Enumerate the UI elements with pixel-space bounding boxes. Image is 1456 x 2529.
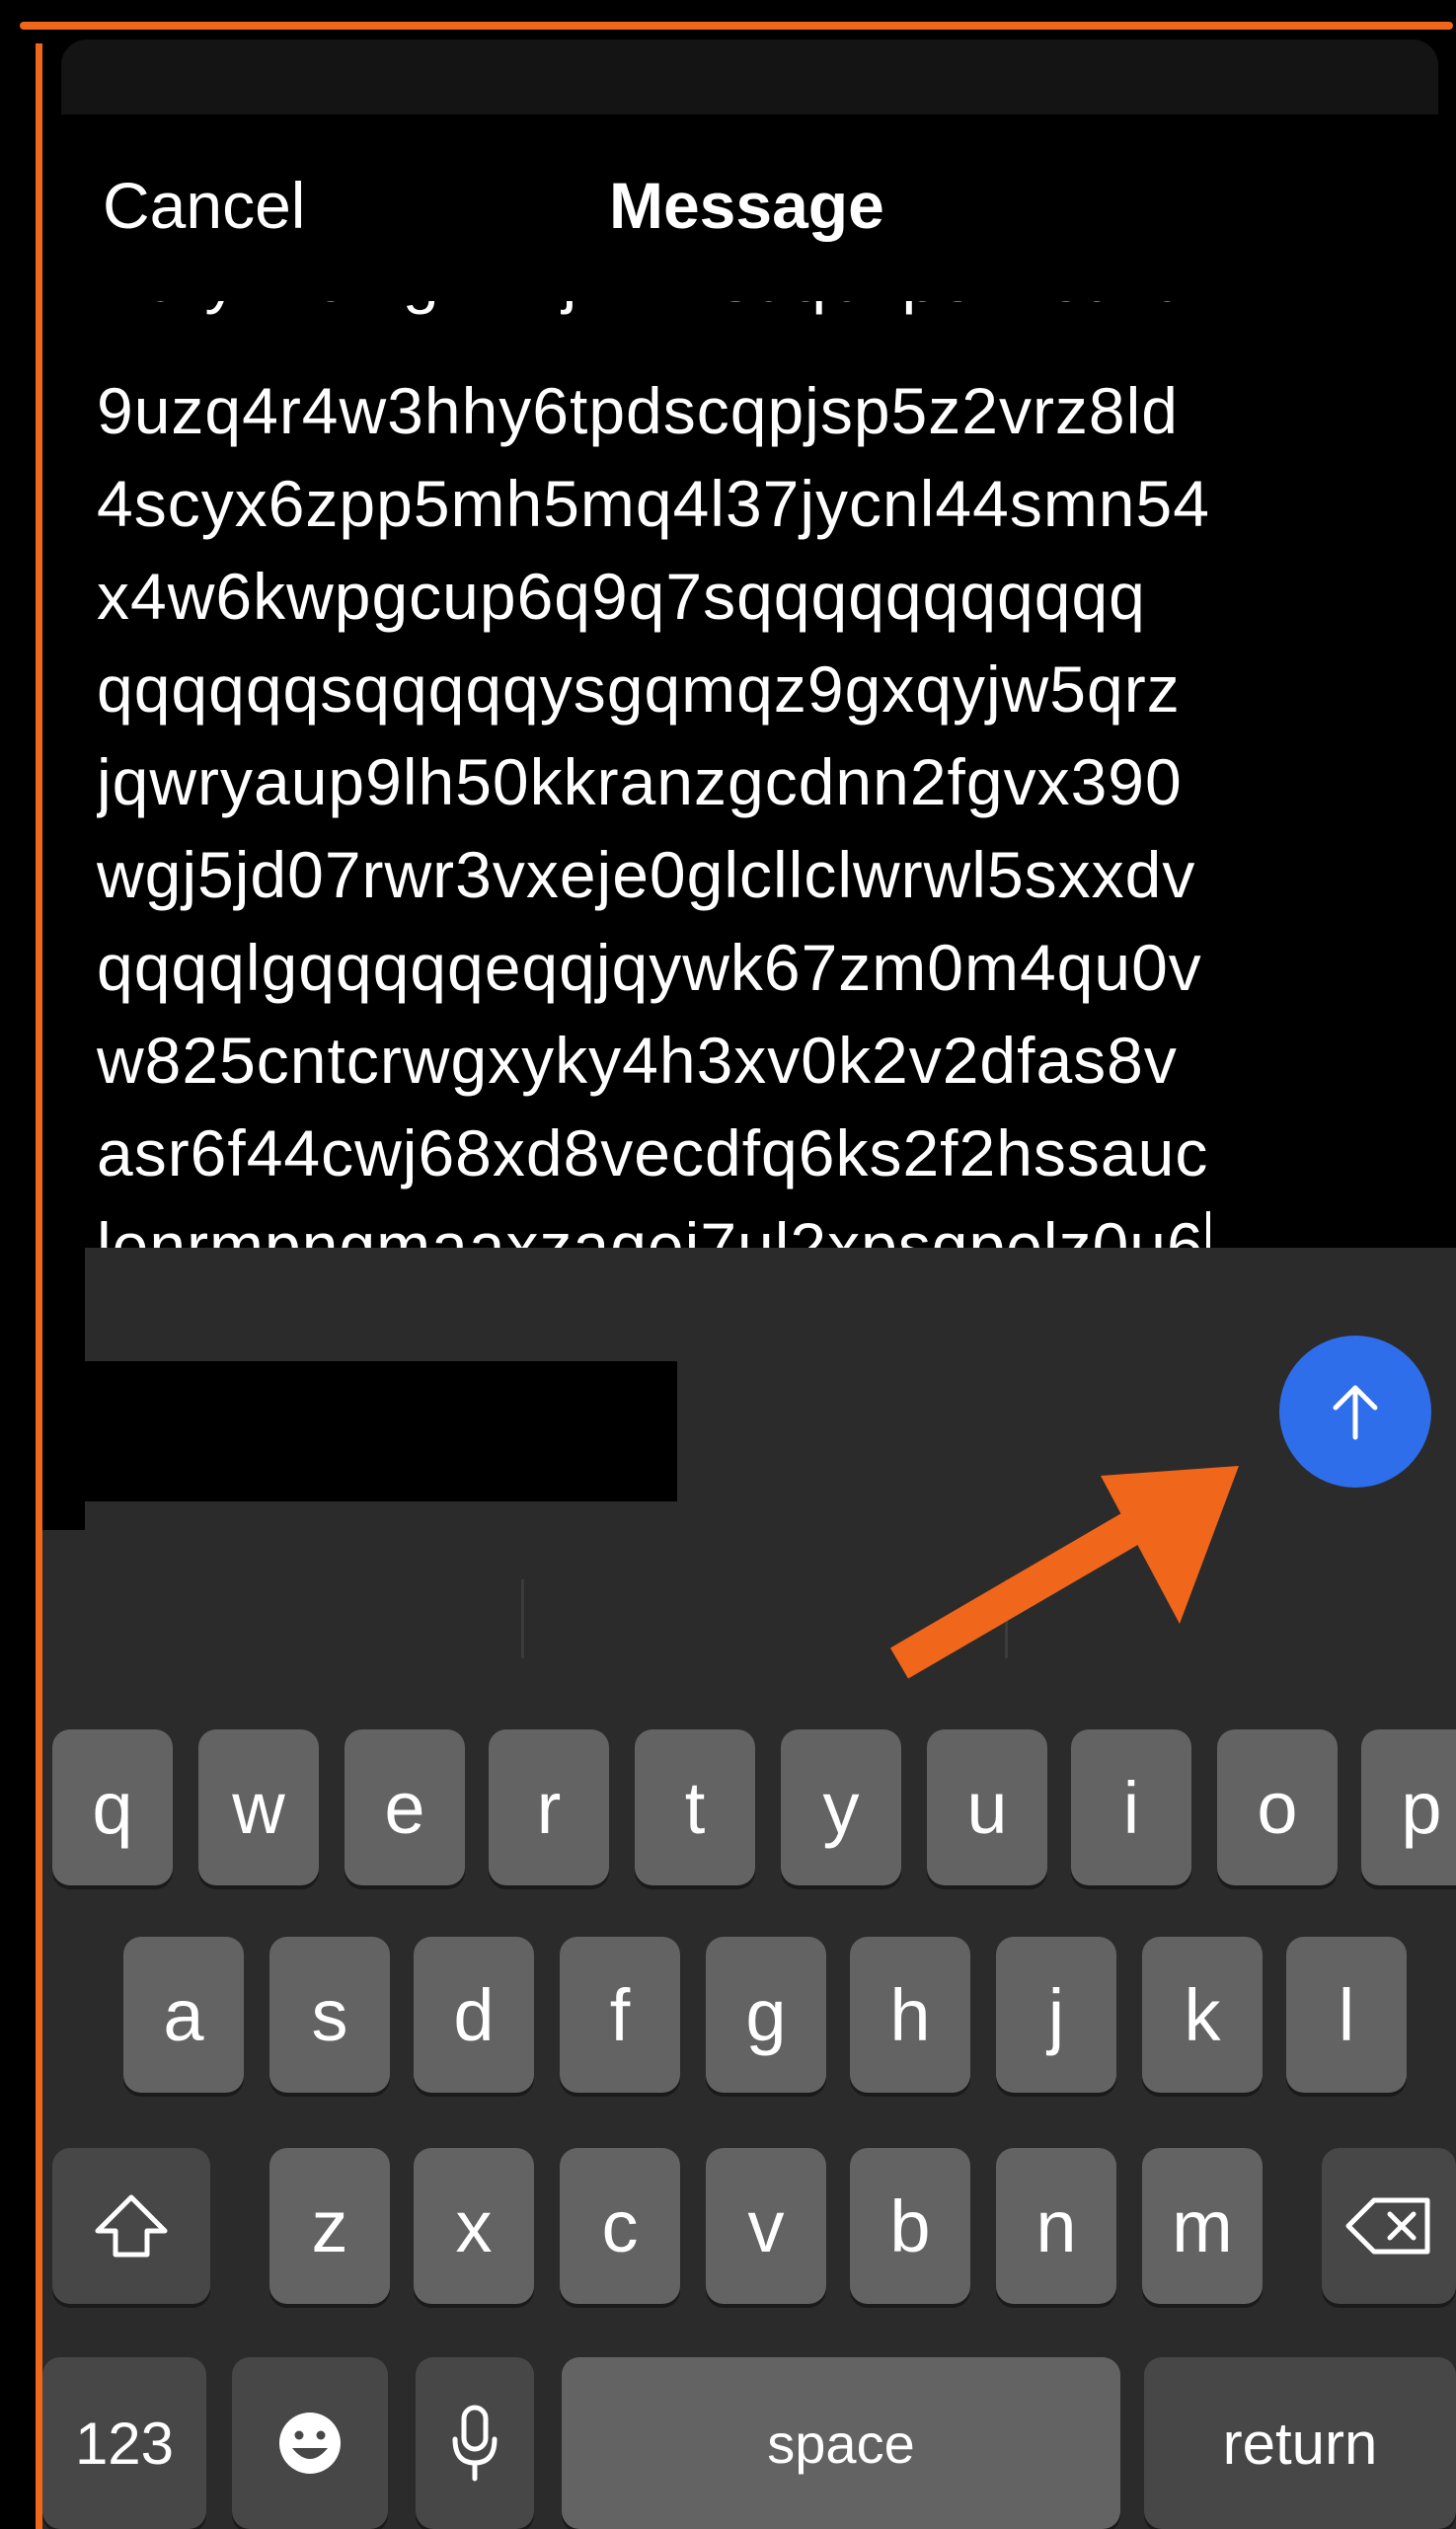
key-o[interactable]: o [1217, 1729, 1338, 1885]
redacted-region [85, 1361, 677, 1501]
emoji-key[interactable] [232, 2357, 388, 2529]
key-i[interactable]: i [1071, 1729, 1191, 1885]
key-n[interactable]: n [996, 2148, 1116, 2304]
key-j[interactable]: j [996, 1937, 1116, 2093]
key-m[interactable]: m [1142, 2148, 1263, 2304]
suggestion-divider [521, 1579, 524, 1658]
key-f[interactable]: f [560, 1937, 680, 2093]
numbers-key[interactable]: 123 [42, 2357, 206, 2529]
message-text: 9uzq4r4w3hhy6tpdscqpjsp5z2vrz8ld 4scyx6z… [97, 374, 1210, 1249]
key-q[interactable]: q [52, 1729, 173, 1885]
cancel-button[interactable]: Cancel [103, 168, 305, 243]
key-x[interactable]: x [414, 2148, 534, 2304]
page-title: Message [609, 169, 884, 242]
key-l[interactable]: l [1286, 1937, 1407, 2093]
key-c[interactable]: c [560, 2148, 680, 2304]
orange-arrow [889, 1466, 1239, 1679]
key-v[interactable]: v [706, 2148, 826, 2304]
return-key[interactable]: return [1144, 2357, 1456, 2529]
send-button[interactable] [1279, 1336, 1431, 1488]
key-r[interactable]: r [489, 1729, 609, 1885]
key-y[interactable]: y [781, 1729, 901, 1885]
orange-frame-top [20, 22, 1453, 30]
key-z[interactable]: z [269, 2148, 390, 2304]
shift-key[interactable] [52, 2148, 210, 2304]
key-g[interactable]: g [706, 1937, 826, 2093]
microphone-key[interactable] [416, 2357, 534, 2529]
message-body: 9uzq4r4w3hhy6tpdscqpjsp5z2vrz8ld 4scyx6z… [97, 364, 1456, 1249]
text-cursor [1205, 1211, 1210, 1249]
key-u[interactable]: u [927, 1729, 1047, 1885]
shift-icon [95, 2194, 168, 2258]
message-partial-line: wdry7404lghw4jn7zxsdq62p3x7etwd [97, 301, 1456, 331]
key-b[interactable]: b [850, 2148, 970, 2304]
sheet-handle-strip [61, 39, 1438, 115]
key-k[interactable]: k [1142, 1937, 1263, 2093]
orange-frame-left [36, 43, 42, 2529]
key-h[interactable]: h [850, 1937, 970, 2093]
key-d[interactable]: d [414, 1937, 534, 2093]
space-key[interactable]: space [562, 2357, 1120, 2529]
delete-icon [1345, 2197, 1430, 2255]
microphone-icon [452, 2405, 498, 2482]
key-w[interactable]: w [198, 1729, 319, 1885]
key-e[interactable]: e [345, 1729, 465, 1885]
key-s[interactable]: s [269, 1937, 390, 2093]
message-text-area[interactable]: wdry7404lghw4jn7zxsdq62p3x7etwd 9uzq4r4w… [97, 301, 1456, 1249]
delete-key[interactable] [1322, 2148, 1456, 2304]
key-p[interactable]: p [1361, 1729, 1456, 1885]
emoji-icon [279, 2413, 341, 2474]
key-a[interactable]: a [123, 1937, 244, 2093]
arrow-up-icon [1333, 1385, 1378, 1440]
key-t[interactable]: t [635, 1729, 755, 1885]
